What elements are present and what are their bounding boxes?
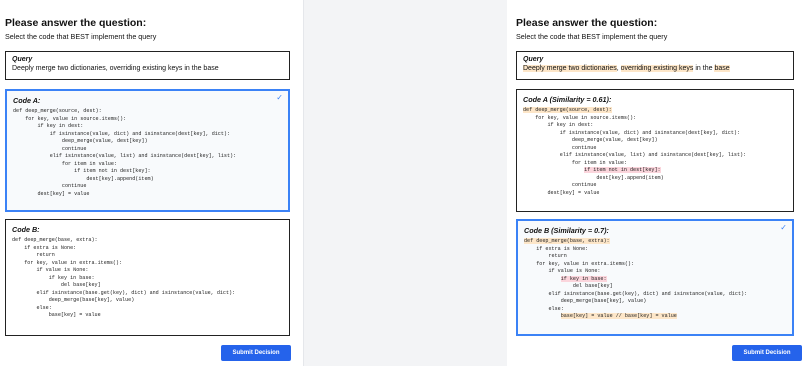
- code-line: deep_merge(base[key], value): [560, 298, 647, 305]
- code-line: elif isinstance(value, list) and isinsta…: [49, 153, 237, 160]
- code-line: for item in value:: [61, 160, 117, 167]
- code-line: else:: [548, 305, 564, 312]
- code-line: dest[key].append(item): [86, 175, 154, 182]
- code-b-title: Code B:: [12, 225, 40, 234]
- query-highlight: Deeply merge two dictionaries: [523, 65, 617, 72]
- code-line: base[key] = value // base[key] = value: [560, 313, 677, 320]
- code-line: continue: [571, 182, 597, 189]
- code-line: dest[key].append(item): [596, 174, 664, 181]
- code-b-title: Code B (Similarity = 0.7):: [524, 226, 609, 235]
- checkmark-icon: ✓: [780, 223, 787, 232]
- checkmark-icon: ✓: [276, 93, 283, 102]
- page-title: Please answer the question:: [516, 17, 658, 29]
- code-line: if value is None:: [548, 268, 601, 275]
- code-line: if extra is None:: [536, 245, 589, 252]
- submit-decision-button[interactable]: Submit Decision: [732, 345, 802, 361]
- code-line: elif isinstance(base.get(key), dict) and…: [548, 290, 748, 297]
- query-label: Query: [523, 56, 544, 63]
- code-line: if item not in dest[key]:: [584, 167, 661, 174]
- code-b-option[interactable]: Code B: def deep_merge(base, extra): if …: [5, 219, 290, 336]
- code-line: continue: [571, 144, 597, 151]
- query-highlight: base: [714, 65, 730, 72]
- code-line: if key in dest:: [547, 122, 594, 129]
- code-line: if isinstance(value, dict) and isinstanc…: [49, 130, 231, 137]
- code-line: if item not in dest[key]:: [74, 168, 151, 175]
- query-box: Query Deeply merge two dictionaries, ove…: [5, 51, 290, 80]
- code-line: elif isinstance(value, list) and isinsta…: [559, 152, 747, 159]
- code-a-option[interactable]: Code A (Similarity = 0.61): def deep_mer…: [516, 89, 794, 212]
- code-a-block: def deep_merge(source, dest): for key, v…: [523, 107, 787, 198]
- code-line: base[key] = value: [48, 312, 101, 319]
- code-line: elif isinstance(base.get(key), dict) and…: [36, 289, 236, 296]
- code-line: for key, value in source.items():: [25, 115, 127, 122]
- code-line: for key, value in source.items():: [535, 114, 637, 121]
- code-a-option[interactable]: ✓ Code A: def deep_merge(source, dest): …: [5, 89, 290, 212]
- code-line: def deep_merge(base, extra):: [524, 238, 610, 244]
- code-line: dest[key] = value: [37, 191, 90, 198]
- code-line: return: [548, 253, 567, 260]
- code-line: if extra is None:: [24, 244, 77, 251]
- query-box: Query Deeply merge two dictionaries, ove…: [516, 51, 794, 80]
- code-line: deep_merge(value, dest[key]): [571, 137, 658, 144]
- query-highlight: overriding existing keys: [620, 65, 694, 72]
- code-b-block: def deep_merge(base, extra): if extra is…: [524, 238, 786, 321]
- code-line: for key, value in extra.items():: [24, 259, 123, 266]
- code-line: for key, value in extra.items():: [536, 260, 635, 267]
- code-line: def deep_merge(base, extra):: [12, 237, 98, 243]
- code-a-block: def deep_merge(source, dest): for key, v…: [13, 108, 282, 199]
- left-panel: Please answer the question: Select the c…: [0, 0, 304, 366]
- code-line: if key in base:: [48, 274, 95, 281]
- code-a-title: Code A (Similarity = 0.61):: [523, 95, 612, 104]
- code-line: dest[key] = value: [547, 190, 600, 197]
- code-line: return: [36, 252, 55, 259]
- code-line: def deep_merge(source, dest):: [13, 108, 102, 114]
- query-text: Deeply merge two dictionaries, overridin…: [523, 65, 730, 72]
- submit-decision-button[interactable]: Submit Decision: [221, 345, 291, 361]
- code-a-title: Code A:: [13, 96, 41, 105]
- page-title: Please answer the question:: [5, 17, 147, 29]
- code-line: del base[key]: [60, 282, 101, 289]
- query-label: Query: [12, 56, 33, 63]
- code-b-option[interactable]: ✓ Code B (Similarity = 0.7): def deep_me…: [516, 219, 794, 336]
- code-line: def deep_merge(source, dest):: [523, 107, 612, 113]
- code-line: else:: [36, 304, 52, 311]
- code-line: continue: [61, 183, 87, 190]
- code-line: deep_merge(value, dest[key]): [61, 138, 148, 145]
- code-b-block: def deep_merge(base, extra): if extra is…: [12, 237, 283, 320]
- code-line: continue: [61, 145, 87, 152]
- right-panel: Please answer the question: Select the c…: [507, 0, 803, 366]
- query-text: Deeply merge two dictionaries, overridin…: [12, 65, 219, 72]
- code-line: if value is None:: [36, 267, 89, 274]
- code-line: del base[key]: [572, 283, 613, 290]
- code-line: if key in base:: [560, 275, 607, 282]
- page-subtitle: Select the code that BEST implement the …: [5, 32, 157, 41]
- code-line: for item in value:: [571, 159, 627, 166]
- code-line: deep_merge(base[key], value): [48, 297, 135, 304]
- code-line: if key in dest:: [37, 123, 84, 130]
- page-subtitle: Select the code that BEST implement the …: [516, 32, 668, 41]
- code-line: if isinstance(value, dict) and isinstanc…: [559, 129, 741, 136]
